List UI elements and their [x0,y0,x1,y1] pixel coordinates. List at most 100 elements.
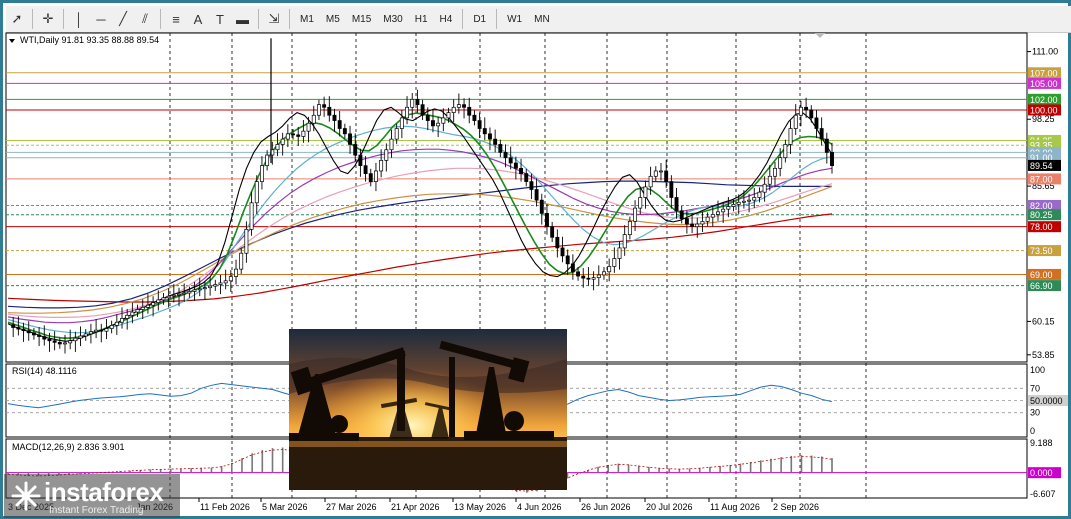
candle-body [560,247,565,257]
time-axis-label: 2 Sep 2026 [773,502,819,512]
candle-body [348,133,352,145]
candle-body [731,204,736,207]
candle-body [819,128,824,140]
candle-body [576,271,581,277]
level-price-label: 69.00 [1030,270,1053,280]
rsi-axis-label: 0 [1030,426,1035,436]
macd-axis-label: 9.188 [1030,438,1053,448]
candle-body [265,154,270,167]
candle-body [63,342,67,345]
candle-body [342,128,347,135]
candle-body [679,210,684,220]
candle-body [389,138,394,151]
candle-body [633,207,638,222]
candle-body [488,133,492,140]
candle-body [83,333,88,337]
candle-body [726,206,731,210]
oil-pump-photo [289,329,567,490]
candle-body [161,297,166,301]
main-price-pane[interactable] [5,32,1028,363]
candle-body [78,335,83,339]
candle-body [130,311,135,316]
candle-body [363,165,368,174]
candle-body [296,134,301,137]
candle-body [228,276,233,282]
candle-body [259,165,264,182]
candle-body [52,340,57,343]
candle-body [415,98,420,105]
candle-body [384,149,389,161]
candle-body [21,328,26,332]
candle-body [607,266,612,273]
candle-body [814,117,819,129]
candle-body [109,325,114,329]
candle-body [26,330,31,334]
candle-body [88,331,93,335]
candle-body [570,263,575,273]
time-axis-label: 20 Jul 2026 [646,502,693,512]
candle-body [120,318,124,323]
candle-body [358,154,363,167]
candle-body [171,294,176,297]
candle-body [337,120,342,129]
candle-body [581,275,586,279]
level-price-label: 80.25 [1030,210,1053,220]
candle-body [218,282,223,285]
candle-body [373,170,378,182]
candle-body [462,104,467,108]
candle-body [410,98,415,108]
candle-body [643,186,648,198]
candle-body [493,138,498,145]
candle-body [690,223,695,228]
candle-body [306,122,311,132]
candle-body [778,157,783,169]
candle-body [47,338,52,342]
candle-body [182,292,187,295]
candle-body [477,120,482,129]
candle-body [809,109,814,119]
price-axis-label: 111.00 [1032,47,1058,57]
candle-body [467,106,472,116]
candle-body [197,288,202,291]
time-axis-label: 4 Jun 2026 [517,502,562,512]
instaforex-logo-icon [11,481,41,511]
candle-body [545,213,549,228]
candle-body [705,216,710,222]
candle-body [773,167,777,177]
candle-body [617,247,622,259]
candle-body [648,175,653,188]
candle-body [684,218,689,225]
candle-body [420,104,425,116]
candle-body [612,258,617,267]
candle-body [94,329,99,333]
rsi-label: RSI(14) 48.1116 [12,366,77,376]
candle-body [596,274,601,278]
time-axis-label: 11 Aug 2026 [710,502,760,512]
candle-body [42,336,47,340]
time-axis-label: 26 Jun 2026 [581,502,631,512]
candle-body [721,208,726,213]
brand-watermark: instaforex Instant Forex Trading [4,474,180,518]
price-axis-label: 98.25 [1032,114,1055,124]
chart-symbol-header: WTI,Daily 91.81 93.35 88.88 89.54 [20,35,159,45]
candle-body [57,342,62,345]
level-price-label: 87.00 [1030,174,1053,184]
oil-pump-illustration [289,329,567,490]
candle-body [653,170,658,177]
level-price-label: 107.00 [1030,68,1058,78]
candle-body [519,167,524,174]
candle-body [254,181,259,204]
candle-body [244,228,249,254]
candle-body [441,117,446,124]
rsi-value-label: 50.0000 [1030,396,1063,406]
candle-body [482,128,487,135]
candle-body [446,112,451,119]
candle-body [285,133,290,140]
candle-body [508,157,513,164]
macd-label: MACD(12,26,9) 2.836 3.901 [12,442,125,452]
candle-body [736,201,741,205]
candle-body [710,214,715,218]
rsi-axis-label: 30 [1030,408,1040,418]
candle-body [140,306,145,310]
candle-body [187,291,192,294]
